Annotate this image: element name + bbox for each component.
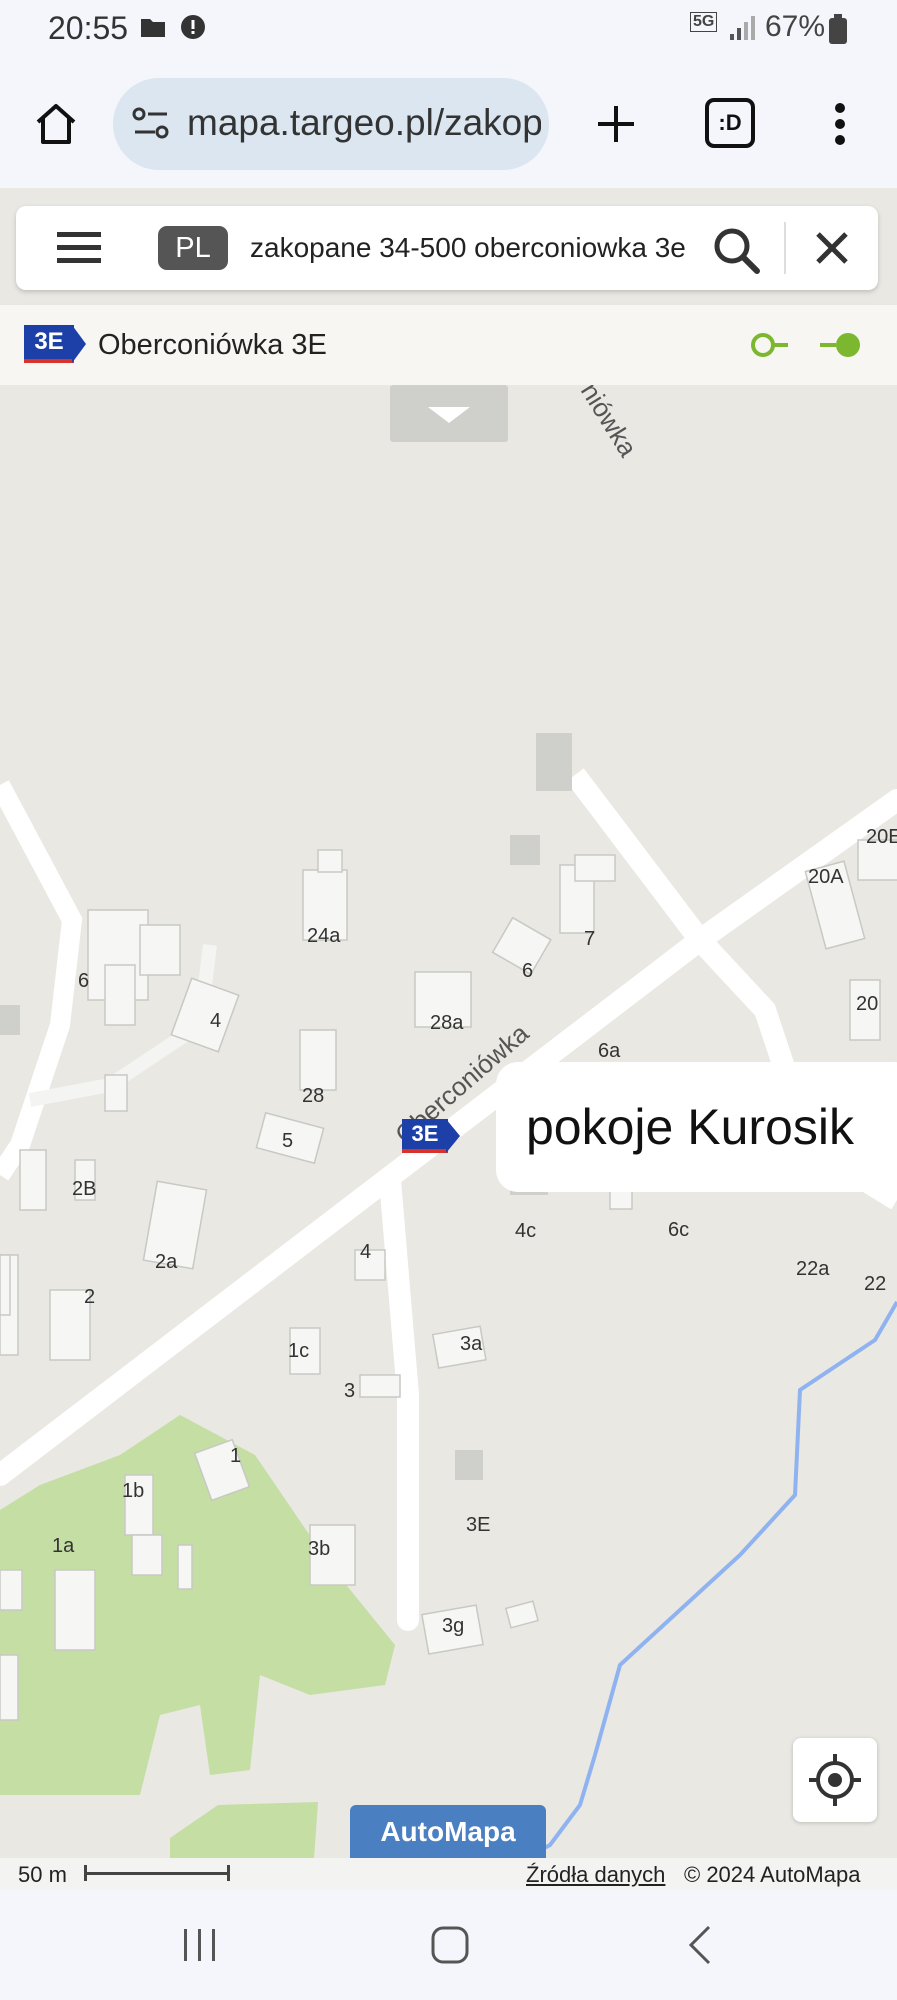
house-number: 6 — [522, 960, 533, 982]
hamburger-icon — [57, 232, 101, 263]
house-number: 1b — [122, 1480, 144, 1502]
status-bar: 20:55 5G 67% — [0, 0, 897, 58]
road-label-north: niówka — [575, 385, 644, 462]
home-icon — [36, 104, 76, 144]
url-text[interactable]: mapa.targeo.pl/zakopane — [187, 102, 541, 144]
house-number: 3 — [344, 1380, 355, 1402]
house-number: 3a — [460, 1333, 483, 1355]
data-sources-link[interactable]: Źródła danych — [526, 1862, 665, 1888]
house-number: 3E — [466, 1514, 490, 1536]
house-number: 22a — [796, 1258, 830, 1280]
location-marker-badge[interactable]: 3E — [402, 1119, 448, 1153]
marker-arrow-icon — [446, 1119, 460, 1153]
alert-icon — [181, 15, 205, 39]
network-type: 5G — [690, 12, 718, 32]
house-number: 3b — [308, 1538, 330, 1560]
back-button[interactable] — [670, 1915, 730, 1975]
result-title[interactable]: Oberconiówka 3E — [98, 329, 327, 362]
scale-line — [84, 1865, 230, 1881]
house-number: 20A — [808, 866, 844, 888]
back-icon — [688, 1925, 711, 1965]
house-number: 5 — [282, 1130, 293, 1152]
country-chip[interactable]: PL — [158, 226, 228, 270]
copyright-text: © 2024 AutoMapa — [684, 1862, 861, 1887]
site-settings-icon[interactable] — [131, 106, 171, 142]
road-west — [0, 780, 83, 1181]
automapa-logo[interactable]: AutoMapa — [350, 1805, 546, 1858]
status-time: 20:55 — [48, 10, 129, 46]
house-number: 1c — [288, 1340, 309, 1362]
house-number: 20E — [866, 826, 897, 848]
house-number: 6 — [78, 970, 89, 992]
locate-me-button[interactable] — [793, 1738, 877, 1822]
tab-switcher-button[interactable]: :D — [705, 98, 755, 148]
close-icon — [816, 232, 848, 264]
popup-title[interactable]: pokoje Kurosik — [526, 1098, 854, 1156]
crosshair-icon — [809, 1754, 861, 1806]
park-area — [170, 1802, 318, 1858]
search-card: PL — [16, 206, 878, 290]
address-bar[interactable]: mapa.targeo.pl/zakopane — [113, 78, 549, 170]
search-input[interactable] — [250, 224, 686, 272]
house-number: 2B — [72, 1178, 96, 1200]
menu-button[interactable] — [56, 226, 102, 270]
battery-text: 67% — [765, 10, 826, 43]
house-number: 2a — [155, 1251, 178, 1273]
house-number: 6a — [598, 1040, 621, 1062]
recents-icon — [184, 1929, 215, 1961]
house-number: 1a — [52, 1535, 75, 1557]
map-view[interactable]: Oberconiówka niówka 24a 7 20A 20E 6 6 28… — [0, 385, 897, 1858]
folder-icon — [141, 19, 165, 37]
house-number: 4c — [515, 1220, 536, 1242]
place-popup[interactable]: pokoje Kurosik — [496, 1062, 897, 1192]
house-number: 28a — [430, 1012, 464, 1034]
attribution-bar: 50 m Źródła danych © 2024 AutoMapa — [0, 1858, 897, 1890]
house-number: 22 — [864, 1273, 886, 1295]
house-number: 7 — [584, 928, 595, 950]
signal-icon — [730, 16, 755, 40]
browser-menu-button[interactable] — [820, 94, 860, 154]
home-button[interactable] — [26, 94, 86, 154]
house-number: 2 — [84, 1286, 95, 1308]
house-number: 28 — [302, 1085, 324, 1107]
browser-toolbar: mapa.targeo.pl/zakopane :D — [0, 58, 897, 188]
home-nav-button[interactable] — [420, 1915, 480, 1975]
system-nav-bar — [0, 1890, 897, 2000]
house-number: 3g — [442, 1615, 464, 1637]
clear-search-button[interactable] — [810, 226, 854, 270]
house-number: 4 — [210, 1010, 221, 1032]
road-side-street — [379, 1169, 419, 1631]
result-bar[interactable]: 3E Oberconiówka 3E — [0, 305, 897, 385]
badge-arrow-icon — [72, 325, 86, 363]
home-nav-icon — [431, 1926, 469, 1964]
house-number: 24a — [307, 925, 341, 947]
new-tab-button[interactable] — [586, 94, 646, 154]
battery-icon — [829, 14, 847, 44]
plus-icon — [598, 106, 634, 142]
search-button[interactable] — [708, 222, 764, 278]
house-number: 6c — [668, 1219, 689, 1241]
house-number: 1 — [230, 1445, 241, 1467]
scale-label: 50 m — [18, 1862, 67, 1887]
search-icon — [714, 228, 760, 274]
recent-apps-button[interactable] — [170, 1915, 230, 1975]
more-vert-icon — [835, 103, 845, 145]
route-start-icon[interactable] — [750, 330, 790, 360]
house-number: 4 — [360, 1241, 371, 1263]
route-end-icon[interactable] — [818, 330, 862, 360]
result-badge: 3E — [24, 325, 74, 363]
search-divider — [784, 222, 786, 274]
house-number: 20 — [856, 993, 878, 1015]
